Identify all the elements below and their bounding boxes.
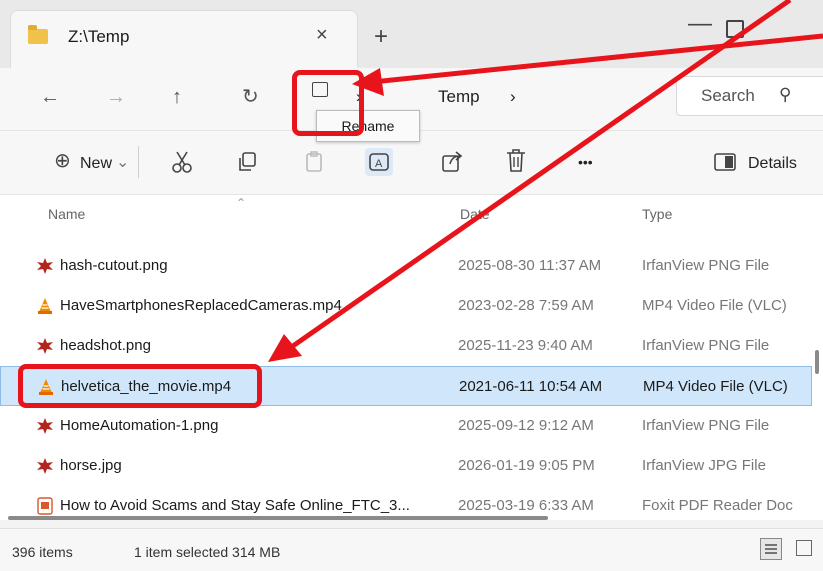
rename-tooltip: Rename bbox=[316, 110, 420, 142]
selection-info: 1 item selected 314 MB bbox=[134, 544, 281, 560]
breadcrumb-chevron[interactable]: › bbox=[510, 87, 516, 107]
back-button[interactable]: ← bbox=[40, 86, 60, 109]
folder-icon bbox=[28, 25, 48, 44]
file-date: 2025-08-30 11:37 AM bbox=[458, 257, 602, 274]
file-date: 2026-01-19 9:05 PM bbox=[458, 457, 595, 474]
file-date: 2021-06-11 10:54 AM bbox=[459, 378, 603, 395]
breadcrumb-separator[interactable]: › bbox=[356, 87, 362, 107]
chevron-down-icon[interactable]: ⌄ bbox=[116, 152, 129, 172]
file-type: IrfanView PNG File bbox=[642, 337, 770, 354]
file-row-1[interactable]: HaveSmartphonesReplacedCameras.mp4 2023-… bbox=[0, 286, 812, 326]
irfanview-icon bbox=[37, 458, 53, 474]
column-header-bar bbox=[0, 194, 823, 239]
file-row-4[interactable]: HomeAutomation-1.png 2025-09-12 9:12 AM … bbox=[0, 406, 812, 446]
file-row-2[interactable]: headshot.png 2025-11-23 9:40 AM IrfanVie… bbox=[0, 326, 812, 366]
file-name: horse.jpg bbox=[60, 457, 122, 474]
column-header-date[interactable]: Date bbox=[460, 206, 490, 222]
sort-chevron-icon: ⌃ bbox=[236, 196, 247, 210]
pdf-icon bbox=[37, 497, 53, 515]
horizontal-scrollbar[interactable] bbox=[0, 514, 810, 522]
tab-title: Z:\Temp bbox=[68, 27, 130, 46]
new-icon[interactable]: ⊕ bbox=[54, 148, 71, 173]
refresh-button[interactable]: ↻ bbox=[242, 84, 259, 109]
details-view-button[interactable] bbox=[760, 538, 782, 560]
file-date: 2025-11-23 9:40 AM bbox=[458, 337, 593, 354]
delete-icon[interactable] bbox=[504, 148, 528, 174]
file-name: HaveSmartphonesReplacedCameras.mp4 bbox=[60, 297, 342, 314]
forward-button[interactable]: → bbox=[106, 86, 126, 109]
column-header-type[interactable]: Type bbox=[642, 206, 672, 222]
tab-close-button[interactable]: × bbox=[316, 24, 328, 47]
cut-icon[interactable] bbox=[170, 150, 194, 174]
maximize-button[interactable] bbox=[726, 20, 744, 38]
file-row-5[interactable]: horse.jpg 2026-01-19 9:05 PM IrfanView J… bbox=[0, 446, 812, 486]
new-tab-button[interactable]: + bbox=[374, 23, 388, 51]
file-type: IrfanView JPG File bbox=[642, 457, 766, 474]
vertical-scrollbar[interactable] bbox=[815, 350, 819, 374]
copy-icon[interactable] bbox=[236, 150, 260, 174]
file-date: 2023-02-28 7:59 AM bbox=[458, 297, 594, 314]
file-date: 2025-03-19 6:33 AM bbox=[458, 497, 594, 514]
share-icon[interactable] bbox=[440, 150, 464, 174]
irfanview-icon bbox=[37, 418, 53, 434]
column-header-name[interactable]: Name bbox=[48, 206, 85, 222]
details-pane-icon[interactable] bbox=[714, 153, 736, 171]
file-name: headshot.png bbox=[60, 337, 151, 354]
tiles-view-button[interactable] bbox=[796, 540, 812, 556]
file-name: HomeAutomation-1.png bbox=[60, 417, 219, 434]
up-button[interactable]: ↑ bbox=[172, 86, 182, 109]
file-type: IrfanView PNG File bbox=[642, 257, 770, 274]
file-row-0[interactable]: hash-cutout.png 2025-08-30 11:37 AM Irfa… bbox=[0, 246, 812, 286]
vlc-icon bbox=[39, 379, 53, 395]
list-view-icon bbox=[765, 544, 777, 554]
address-bar-icon[interactable] bbox=[312, 82, 328, 97]
status-bar bbox=[0, 528, 823, 571]
toolbar-divider bbox=[138, 146, 139, 178]
search-placeholder: Search bbox=[701, 86, 755, 105]
file-name: hash-cutout.png bbox=[60, 257, 168, 274]
more-options-button[interactable]: ••• bbox=[578, 154, 593, 170]
paste-icon[interactable] bbox=[302, 150, 326, 174]
new-button[interactable]: New bbox=[80, 155, 112, 173]
irfanview-icon bbox=[37, 338, 53, 354]
breadcrumb-temp[interactable]: Temp bbox=[438, 87, 480, 107]
vlc-icon bbox=[38, 298, 52, 314]
details-button[interactable]: Details bbox=[748, 155, 797, 173]
rename-icon[interactable]: A bbox=[364, 147, 394, 177]
file-name: How to Avoid Scams and Stay Safe Online_… bbox=[60, 497, 410, 514]
file-name: helvetica_the_movie.mp4 bbox=[61, 378, 232, 395]
svg-text:A: A bbox=[375, 158, 383, 170]
file-row-selected[interactable]: helvetica_the_movie.mp4 2021-06-11 10:54… bbox=[0, 366, 812, 406]
scrollbar-thumb[interactable] bbox=[8, 516, 548, 520]
search-icon: ⚲ bbox=[779, 85, 792, 104]
search-input[interactable]: Search ⚲ bbox=[676, 76, 823, 116]
minimize-button[interactable]: — bbox=[688, 10, 712, 38]
file-list[interactable]: hash-cutout.png 2025-08-30 11:37 AM Irfa… bbox=[0, 238, 823, 520]
file-date: 2025-09-12 9:12 AM bbox=[458, 417, 594, 434]
file-type: MP4 Video File (VLC) bbox=[643, 378, 788, 395]
irfanview-icon bbox=[37, 258, 53, 274]
file-type: Foxit PDF Reader Doc bbox=[642, 497, 793, 514]
item-count: 396 items bbox=[12, 544, 73, 560]
file-type: MP4 Video File (VLC) bbox=[642, 297, 787, 314]
file-type: IrfanView PNG File bbox=[642, 417, 770, 434]
explorer-tab[interactable] bbox=[10, 10, 358, 69]
